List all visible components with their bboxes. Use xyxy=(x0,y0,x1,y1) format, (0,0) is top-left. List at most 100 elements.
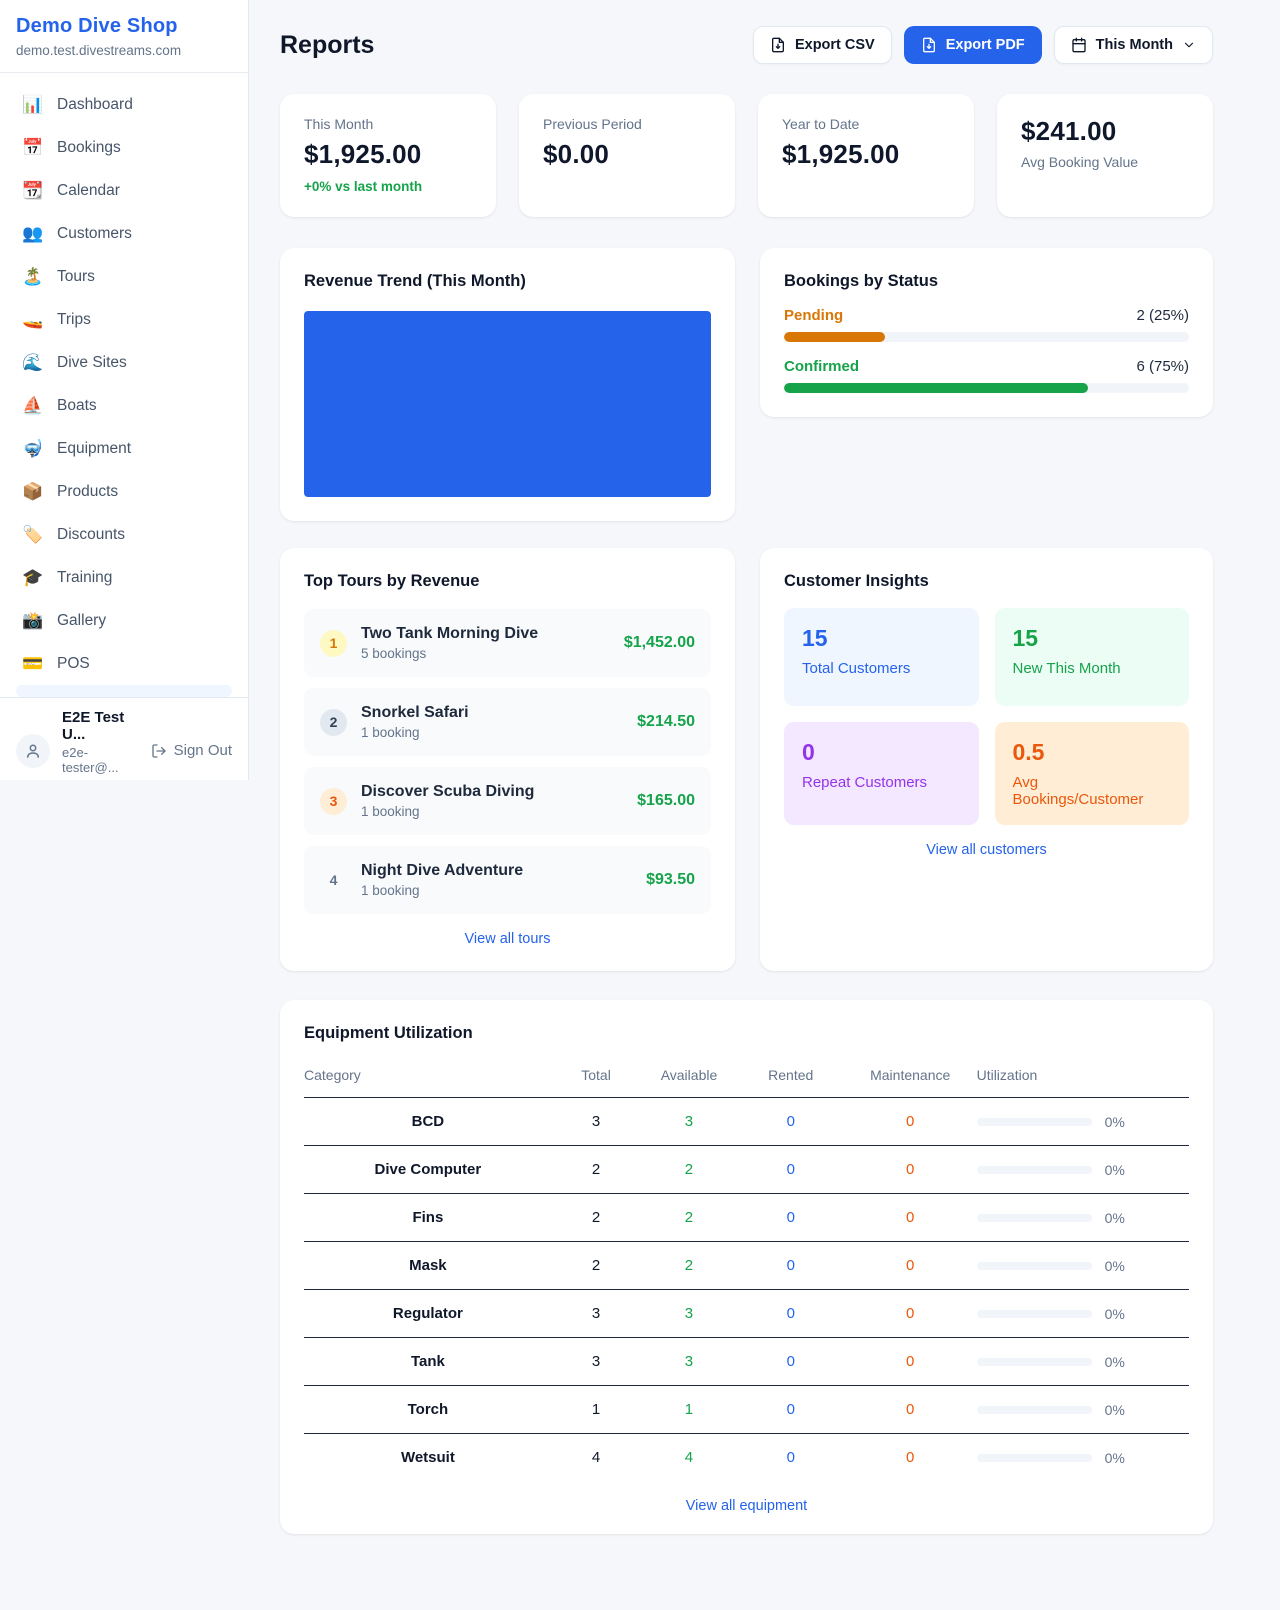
utilization-track xyxy=(977,1118,1092,1126)
diving-mask-icon: 🤿 xyxy=(22,440,44,457)
user-info: E2E Test U... e2e-tester@... Owner xyxy=(62,709,139,780)
status-label: Confirmed xyxy=(784,358,859,375)
insight-label: Total Customers xyxy=(802,660,961,677)
main-content: Reports Export CSV Export PDF xyxy=(249,0,1280,1574)
sidebar-item-trips[interactable]: 🚤 Trips xyxy=(8,298,240,341)
cell-maintenance: 0 xyxy=(844,1098,977,1146)
insight-tile-repeat-customers: 0 Repeat Customers xyxy=(784,722,979,825)
col-header-available: Available xyxy=(640,1051,737,1098)
cell-rented: 0 xyxy=(738,1194,844,1242)
col-header-maintenance: Maintenance xyxy=(844,1051,977,1098)
export-pdf-button[interactable]: Export PDF xyxy=(904,26,1042,64)
cell-maintenance: 0 xyxy=(844,1386,977,1434)
tour-amount: $93.50 xyxy=(646,871,695,889)
table-row: Tank 3 3 0 0 0% xyxy=(304,1338,1189,1386)
cell-total: 3 xyxy=(552,1098,641,1146)
island-icon: 🏝️ xyxy=(22,268,44,285)
tour-bookings: 1 booking xyxy=(361,883,523,898)
table-row: Dive Computer 2 2 0 0 0% xyxy=(304,1146,1189,1194)
stat-value: $0.00 xyxy=(543,139,711,170)
sidebar-item-label: Training xyxy=(57,569,112,587)
sidebar-item-reports-clipped[interactable] xyxy=(16,685,232,697)
sidebar-item-tours[interactable]: 🏝️ Tours xyxy=(8,255,240,298)
cell-category: Regulator xyxy=(304,1290,552,1338)
cell-rented: 0 xyxy=(738,1338,844,1386)
top-tours-title: Top Tours by Revenue xyxy=(304,572,711,591)
cell-maintenance: 0 xyxy=(844,1434,977,1482)
page-header: Reports Export CSV Export PDF xyxy=(280,26,1213,64)
status-row-pending: Pending 2 (25%) xyxy=(784,307,1189,342)
graduation-cap-icon: 🎓 xyxy=(22,569,44,586)
sidebar-item-pos[interactable]: 💳 POS xyxy=(8,642,240,685)
utilization-track xyxy=(977,1406,1092,1414)
cell-rented: 0 xyxy=(738,1434,844,1482)
rank-badge: 2 xyxy=(320,709,347,736)
tour-amount: $214.50 xyxy=(637,713,695,731)
insight-tile-avg-bookings: 0.5 Avg Bookings/Customer xyxy=(995,722,1190,825)
view-all-equipment-link[interactable]: View all equipment xyxy=(304,1498,1189,1514)
sidebar-item-bookings[interactable]: 📅 Bookings xyxy=(8,126,240,169)
cell-rented: 0 xyxy=(738,1290,844,1338)
status-progress-fill xyxy=(784,332,885,342)
status-row-confirmed: Confirmed 6 (75%) xyxy=(784,358,1189,393)
table-row: Fins 2 2 0 0 0% xyxy=(304,1194,1189,1242)
tour-amount: $165.00 xyxy=(637,792,695,810)
utilization-pct: 0% xyxy=(1105,1450,1125,1466)
sidebar-item-equipment[interactable]: 🤿 Equipment xyxy=(8,427,240,470)
rank-badge: 1 xyxy=(320,630,347,657)
sidebar-item-gallery[interactable]: 📸 Gallery xyxy=(8,599,240,642)
page-title: Reports xyxy=(280,31,374,60)
sign-out-button[interactable]: Sign Out xyxy=(151,742,232,759)
stat-value: $1,925.00 xyxy=(304,139,472,170)
sidebar-item-discounts[interactable]: 🏷️ Discounts xyxy=(8,513,240,556)
sidebar: Demo Dive Shop demo.test.divestreams.com… xyxy=(0,0,249,780)
brand-name: Demo Dive Shop xyxy=(16,15,232,38)
sidebar-item-label: Trips xyxy=(57,311,91,329)
revenue-trend-chart xyxy=(304,311,711,497)
col-header-utilization: Utilization xyxy=(977,1051,1189,1098)
stat-value: $1,925.00 xyxy=(782,139,950,170)
utilization-track xyxy=(977,1310,1092,1318)
bookings-by-status-title: Bookings by Status xyxy=(784,272,1189,291)
insight-tile-new-this-month: 15 New This Month xyxy=(995,608,1190,706)
cell-rented: 0 xyxy=(738,1386,844,1434)
status-progress-fill xyxy=(784,383,1088,393)
stat-change: +0% vs last month xyxy=(304,179,472,194)
sidebar-nav: 📊 Dashboard 📅 Bookings 📆 Calendar 👥 Cust… xyxy=(0,73,248,697)
cell-category: Torch xyxy=(304,1386,552,1434)
tour-row: 4 Night Dive Adventure 1 booking $93.50 xyxy=(304,846,711,914)
rank-badge: 3 xyxy=(320,788,347,815)
header-actions: Export CSV Export PDF This Month xyxy=(753,26,1213,64)
view-all-tours-link[interactable]: View all tours xyxy=(304,931,711,947)
cell-total: 3 xyxy=(552,1290,641,1338)
sidebar-item-label: Calendar xyxy=(57,182,120,200)
cell-utilization: 0% xyxy=(977,1098,1189,1146)
view-all-customers-link[interactable]: View all customers xyxy=(784,842,1189,858)
utilization-pct: 0% xyxy=(1105,1114,1125,1130)
export-csv-button[interactable]: Export CSV xyxy=(753,26,892,64)
period-label: This Month xyxy=(1096,37,1173,53)
cell-category: Mask xyxy=(304,1242,552,1290)
sidebar-item-boats[interactable]: ⛵ Boats xyxy=(8,384,240,427)
insight-label: Repeat Customers xyxy=(802,774,961,791)
sidebar-item-calendar[interactable]: 📆 Calendar xyxy=(8,169,240,212)
tour-amount: $1,452.00 xyxy=(624,634,695,652)
status-label: Pending xyxy=(784,307,843,324)
top-tours-card: Top Tours by Revenue 1 Two Tank Morning … xyxy=(280,548,735,971)
cell-available: 2 xyxy=(640,1242,737,1290)
sidebar-item-training[interactable]: 🎓 Training xyxy=(8,556,240,599)
period-dropdown[interactable]: This Month xyxy=(1054,26,1213,64)
cell-utilization: 0% xyxy=(977,1338,1189,1386)
cell-available: 1 xyxy=(640,1386,737,1434)
customer-insights-card: Customer Insights 15 Total Customers 15 … xyxy=(760,548,1213,971)
sidebar-item-label: Customers xyxy=(57,225,132,243)
cell-utilization: 0% xyxy=(977,1386,1189,1434)
equipment-utilization-title: Equipment Utilization xyxy=(304,1024,1189,1043)
sidebar-item-products[interactable]: 📦 Products xyxy=(8,470,240,513)
sidebar-item-dashboard[interactable]: 📊 Dashboard xyxy=(8,83,240,126)
equipment-utilization-card: Equipment Utilization Category Total Ava… xyxy=(280,1000,1213,1534)
sidebar-item-dive-sites[interactable]: 🌊 Dive Sites xyxy=(8,341,240,384)
cell-maintenance: 0 xyxy=(844,1290,977,1338)
sidebar-item-customers[interactable]: 👥 Customers xyxy=(8,212,240,255)
cell-total: 1 xyxy=(552,1386,641,1434)
